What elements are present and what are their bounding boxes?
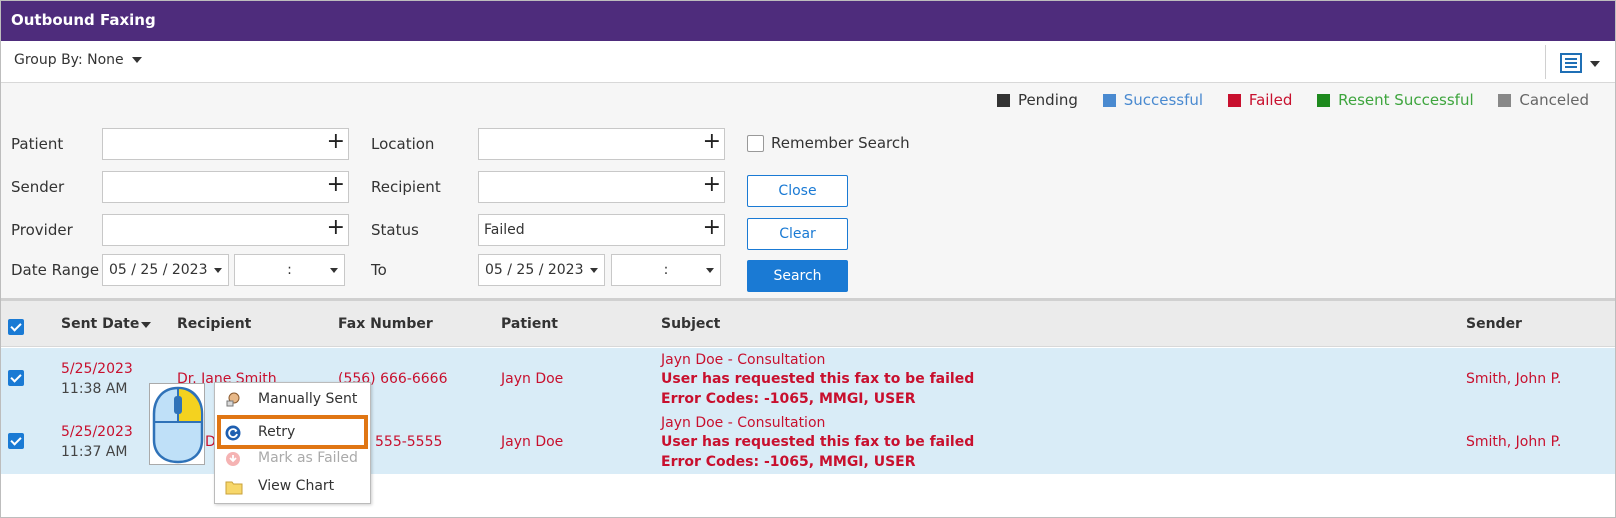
view-options-button[interactable] [1545,45,1607,79]
window-title: Outbound Faxing [1,1,1615,41]
time-to-input[interactable]: : [611,254,721,286]
search-filter-panel: Pending Successful Failed Resent Success… [1,83,1615,301]
legend-canceled: Canceled [1498,91,1589,109]
legend-successful: Successful [1102,91,1203,109]
chevron-down-icon [590,268,598,273]
group-by-label: Group By: None [14,52,124,68]
plus-icon[interactable]: + [703,170,721,200]
patient-label: Patient [11,135,64,153]
plus-icon[interactable]: + [327,127,345,157]
row-date: 5/25/2023 [61,424,133,440]
manual-sent-icon [225,391,241,407]
retry-highlight-box [217,415,368,449]
menu-item-label: View Chart [258,478,335,494]
header-recipient[interactable]: Recipient [177,316,251,332]
header-fax-number[interactable]: Fax Number [338,316,433,332]
chevron-down-icon [706,268,714,273]
date-from-value: 05 / 25 / 2023 [109,262,208,278]
legend-pending: Pending [996,91,1078,109]
folder-icon [225,478,243,495]
status-value: Failed [484,222,525,238]
date-to-input[interactable]: 05 / 25 / 2023 [478,254,605,286]
row-checkbox[interactable] [8,370,24,386]
provider-label: Provider [11,221,73,239]
plus-icon[interactable]: + [703,213,721,243]
header-sender[interactable]: Sender [1466,316,1522,332]
remember-search-label: Remember Search [771,134,910,152]
row-subject-title: Jayn Doe - Consultation [661,415,826,431]
legend-failed: Failed [1227,91,1292,109]
row-error-codes: Error Codes: -1065, MMGI, USER [661,454,916,470]
table-header: Sent Date Recipient Fax Number Patient S… [1,301,1615,347]
row-error-codes: Error Codes: -1065, MMGI, USER [661,391,916,407]
toolbar: Group By: None [1,41,1615,83]
row-date: 5/25/2023 [61,361,133,377]
outbound-faxing-window: Outbound Faxing Group By: None Pending S… [0,0,1616,518]
menu-item-view-chart[interactable]: View Chart [215,473,370,499]
row-time: 11:38 AM [61,381,128,397]
search-button[interactable]: Search [747,260,848,292]
status-input[interactable]: Failed + [478,214,725,246]
time-to-value: : [663,262,669,278]
location-label: Location [371,135,435,153]
recipient-input[interactable]: + [478,171,725,203]
row-subject-message: User has requested this fax to be failed [661,371,975,387]
menu-item-manually-sent[interactable]: Manually Sent [215,386,370,412]
chevron-down-icon [214,268,222,273]
mark-failed-icon [225,450,241,466]
time-from-input[interactable]: : [234,254,345,286]
close-button[interactable]: Close [747,175,848,207]
row-sender: Smith, John P. [1466,371,1562,387]
select-all-checkbox[interactable] [8,319,24,335]
right-click-mouse-icon [149,383,205,465]
provider-input[interactable]: + [102,214,349,246]
row-subject-message: User has requested this fax to be failed [661,434,975,450]
recipient-label: Recipient [371,178,441,196]
clear-button[interactable]: Clear [747,218,848,250]
to-label: To [371,261,387,279]
row-checkbox[interactable] [8,433,24,449]
row-fax-number: 555-5555 [375,434,443,450]
location-input[interactable]: + [478,128,725,160]
sender-label: Sender [11,178,65,196]
sort-desc-icon[interactable] [141,322,151,328]
row-patient: Jayn Doe [501,434,564,450]
row-sender: Smith, John P. [1466,434,1562,450]
status-legend: Pending Successful Failed Resent Success… [977,91,1589,111]
list-view-icon [1560,53,1582,73]
row-time: 11:37 AM [61,444,128,460]
row-subject-title: Jayn Doe - Consultation [661,352,826,368]
remember-search-checkbox[interactable] [747,135,764,152]
menu-item-label: Manually Sent [258,391,358,407]
chevron-down-icon [131,57,142,63]
row-patient: Jayn Doe [501,371,564,387]
chevron-down-icon [1590,61,1600,67]
plus-icon[interactable]: + [327,170,345,200]
legend-resent-successful: Resent Successful [1317,91,1474,109]
date-to-value: 05 / 25 / 2023 [485,262,584,278]
header-sent-date[interactable]: Sent Date [61,316,139,332]
header-patient[interactable]: Patient [501,316,558,332]
header-subject[interactable]: Subject [661,316,720,332]
chevron-down-icon [330,268,338,273]
date-from-input[interactable]: 05 / 25 / 2023 [102,254,229,286]
plus-icon[interactable]: + [703,127,721,157]
sender-input[interactable]: + [102,171,349,203]
status-label: Status [371,221,419,239]
group-by-dropdown[interactable]: Group By: None [14,52,142,68]
patient-input[interactable]: + [102,128,349,160]
date-range-label: Date Range [11,261,100,279]
plus-icon[interactable]: + [327,213,345,243]
time-from-value: : [287,262,292,278]
